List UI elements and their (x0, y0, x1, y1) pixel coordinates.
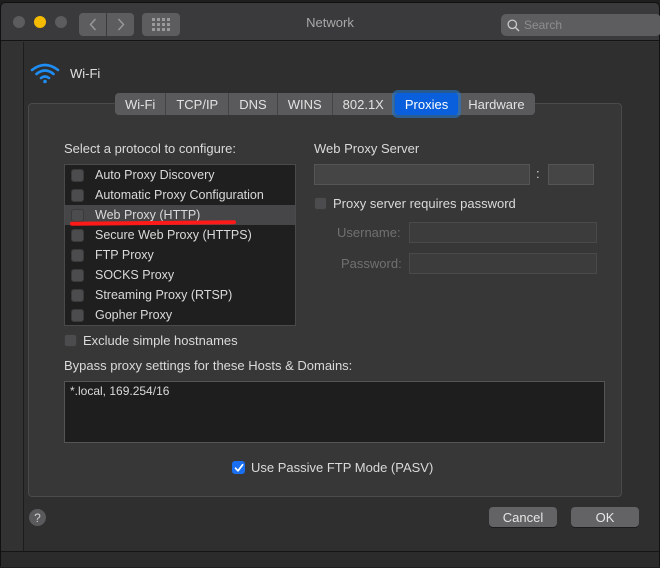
password-input[interactable] (410, 254, 596, 273)
passive-ftp-option[interactable]: Use Passive FTP Mode (PASV) (232, 460, 433, 475)
username-label: Username: (337, 225, 401, 240)
checkbox[interactable] (71, 268, 84, 282)
protocol-item-socks-proxy[interactable]: SOCKS Proxy (65, 265, 295, 285)
bypass-label: Bypass proxy settings for these Hosts & … (64, 358, 353, 373)
proxy-server-heading: Web Proxy Server (314, 141, 420, 156)
protocol-item-streaming-proxy-rtsp[interactable]: Streaming Proxy (RTSP) (65, 285, 295, 305)
proxy-port-field[interactable] (548, 164, 594, 185)
protocol-label: Automatic Proxy Configuration (95, 188, 264, 202)
tab-bar: Wi-Fi TCP/IP DNS WINS 802.1X Proxies Har… (115, 93, 535, 115)
proxy-host-input[interactable] (315, 165, 529, 184)
search-field[interactable] (501, 14, 660, 36)
passive-ftp-label: Use Passive FTP Mode (PASV) (251, 460, 434, 475)
checkmark-icon (234, 463, 243, 472)
protocol-label: Gopher Proxy (95, 308, 173, 322)
requires-password-option[interactable]: Proxy server requires password (314, 196, 516, 211)
tab-wifi[interactable]: Wi-Fi (115, 93, 167, 115)
cancel-button[interactable]: Cancel (489, 507, 557, 527)
ok-button[interactable]: OK (571, 507, 639, 527)
checkbox[interactable] (71, 168, 84, 182)
requires-password-checkbox[interactable] (314, 197, 327, 210)
checkbox[interactable] (71, 188, 84, 202)
checkbox[interactable] (71, 288, 84, 302)
exclude-simple-hostnames-checkbox[interactable] (64, 334, 77, 347)
protocol-item-auto-proxy-discovery[interactable]: Auto Proxy Discovery (65, 165, 295, 185)
exclude-simple-hostnames-option[interactable]: Exclude simple hostnames (64, 333, 238, 348)
tab-8021x[interactable]: 802.1X (333, 93, 395, 115)
tab-wins[interactable]: WINS (278, 93, 333, 115)
password-label: Password: (341, 256, 402, 271)
protocol-label: Streaming Proxy (RTSP) (95, 288, 233, 302)
protocol-item-automatic-proxy-configuration[interactable]: Automatic Proxy Configuration (65, 185, 295, 205)
proxy-port-input[interactable] (549, 165, 593, 184)
tab-hardware[interactable]: Hardware (458, 93, 534, 115)
tab-proxies[interactable]: Proxies (394, 93, 459, 115)
bypass-hosts-field[interactable] (64, 381, 605, 443)
protocol-label: FTP Proxy (95, 248, 154, 262)
passive-ftp-checkbox[interactable] (232, 461, 245, 474)
username-field[interactable] (409, 222, 597, 243)
wifi-icon (30, 63, 60, 84)
tab-tcpip[interactable]: TCP/IP (166, 93, 230, 115)
title-bar: Network (1, 3, 660, 41)
protocol-label: Auto Proxy Discovery (95, 168, 215, 182)
password-field[interactable] (409, 253, 597, 274)
checkbox[interactable] (71, 308, 84, 322)
username-input[interactable] (410, 223, 596, 242)
protocol-label: Secure Web Proxy (HTTPS) (95, 228, 252, 242)
help-icon: ? (34, 510, 41, 525)
protocol-item-gopher-proxy[interactable]: Gopher Proxy (65, 305, 295, 325)
protocol-list[interactable]: Auto Proxy Discovery Automatic Proxy Con… (64, 164, 296, 326)
exclude-simple-hostnames-label: Exclude simple hostnames (83, 333, 238, 348)
window-bottom-bar (1, 551, 659, 567)
protocol-label: SOCKS Proxy (95, 268, 175, 282)
port-separator: : (536, 166, 540, 181)
proxy-host-field[interactable] (314, 164, 530, 185)
requires-password-label: Proxy server requires password (333, 196, 516, 211)
search-icon (507, 18, 520, 31)
search-input[interactable] (524, 18, 644, 32)
interface-header: Wi-Fi (30, 62, 100, 84)
tab-dns[interactable]: DNS (229, 93, 278, 115)
protocol-item-secure-web-proxy-https[interactable]: Secure Web Proxy (HTTPS) (65, 225, 295, 245)
checkbox[interactable] (71, 228, 84, 242)
bypass-hosts-textarea[interactable] (65, 382, 604, 442)
checkbox[interactable] (71, 248, 84, 262)
help-button[interactable]: ? (29, 509, 46, 526)
protocol-list-heading: Select a protocol to configure: (64, 141, 236, 156)
protocol-item-ftp-proxy[interactable]: FTP Proxy (65, 245, 295, 265)
checkbox[interactable] (71, 208, 84, 222)
interface-name: Wi-Fi (70, 65, 101, 81)
